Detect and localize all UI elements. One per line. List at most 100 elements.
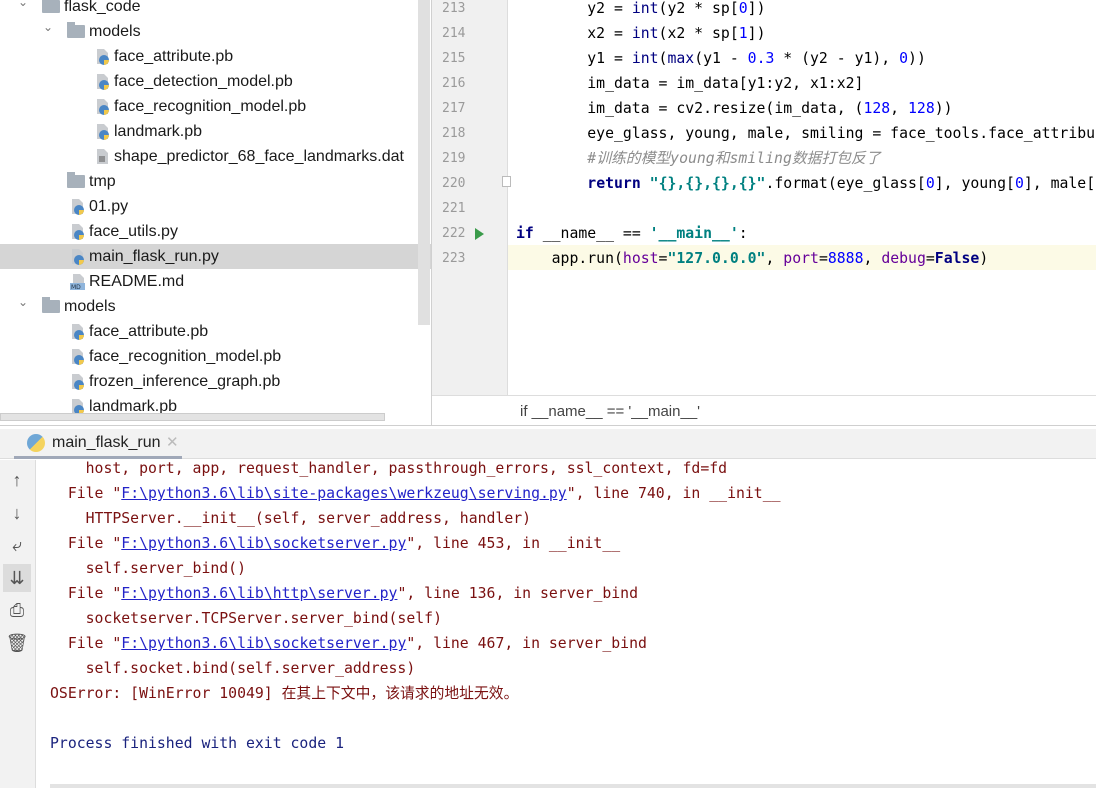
code-token: return [587, 175, 641, 192]
python-file-icon [95, 73, 110, 90]
code-token: debug [881, 250, 926, 267]
code-line[interactable]: x2 = int(x2 * sp[1]) [516, 21, 1096, 46]
down-arrow-icon[interactable]: ↓ [3, 499, 31, 527]
tree-item[interactable]: face_recognition_model.pb [0, 344, 418, 369]
tab-main-flask-run[interactable]: main_flask_run ✕ [14, 429, 182, 459]
run-icon[interactable] [475, 228, 484, 240]
tree-item[interactable]: tmp [0, 169, 418, 194]
code-line[interactable] [516, 196, 1096, 221]
code-token: port [783, 250, 819, 267]
code-line[interactable]: app.run(host="127.0.0.0", port=8888, deb… [516, 246, 1096, 271]
tree-item[interactable]: 01.py [0, 194, 418, 219]
console-text: ", line 453, in __init__ [406, 535, 621, 552]
tree-item-label: face_recognition_model.pb [89, 348, 282, 365]
code-line[interactable]: y1 = int(max(y1 - 0.3 * (y2 - y1), 0)) [516, 46, 1096, 71]
line-number: 217 [442, 101, 466, 116]
code-token: * (y2 - y1), [774, 50, 900, 67]
code-line[interactable]: if __name__ == '__main__': [516, 221, 1096, 246]
tree-item[interactable]: ⌄ flask_code [0, 0, 418, 19]
print-icon[interactable]: ⎙ [3, 596, 31, 624]
tree-item[interactable]: landmark.pb [0, 119, 418, 144]
chevron-down-icon[interactable]: ⌄ [16, 290, 30, 315]
code-token: "127.0.0.0" [667, 250, 766, 267]
code-token: 0.3 [747, 50, 775, 67]
code-token: , [863, 250, 882, 267]
line-number: 221 [442, 201, 466, 216]
tree-item[interactable]: face_recognition_model.pb [0, 94, 418, 119]
console-text: self.server_bind() [50, 560, 246, 577]
file-link[interactable]: F:\python3.6\lib\site-packages\werkzeug\… [121, 485, 566, 502]
file-link[interactable]: F:\python3.6\lib\socketserver.py [121, 635, 406, 652]
chevron-down-icon[interactable]: ⌄ [41, 15, 55, 40]
python-file-icon [70, 323, 85, 340]
python-file-icon [95, 123, 110, 140]
tree-item[interactable]: ⌄ models [0, 19, 418, 44]
code-token: )) [908, 50, 926, 67]
python-file-icon [70, 198, 85, 215]
tab-label: main_flask_run [52, 434, 161, 451]
tree-item[interactable]: main_flask_run.py [0, 244, 431, 269]
scroll-to-end-icon[interactable]: ⇊ [3, 563, 31, 592]
code-token: , [890, 100, 908, 117]
trash-icon[interactable]: 🗑 [3, 629, 31, 657]
svg-text:MD: MD [71, 284, 81, 290]
text-file-icon [95, 148, 110, 165]
tree-item[interactable]: face_detection_model.pb [0, 69, 418, 94]
code-line[interactable]: im_data = cv2.resize(im_data, (128, 128)… [516, 96, 1096, 121]
tree-item-label: README.md [89, 273, 185, 290]
up-arrow-icon[interactable]: ↑ [3, 466, 31, 494]
run-panel: main_flask_run ✕ ↑ ↓ ⤶ ⇊ ⎙ 🗑 host, port, app,… [0, 425, 1096, 788]
file-link[interactable]: F:\python3.6\lib\http\server.py [121, 585, 397, 602]
code-editor[interactable]: 213 214 215 216 217 218 219 220 221 222 223 if __n… [432, 0, 1096, 425]
code-token: ], young[ [934, 175, 1015, 192]
code-token: int [631, 0, 659, 17]
code-token: __name__ == [533, 225, 650, 242]
code-token: max [667, 50, 695, 67]
tree-item-label: 01.py [89, 198, 129, 215]
code-line[interactable]: eye_glass, young, male, smiling = face_t… [516, 121, 1096, 146]
console-text: Process finished with exit code 1 [50, 735, 344, 752]
breadcrumb[interactable]: if __name__ == '__main__' [432, 395, 1096, 425]
tree-item[interactable]: ⌄ models [0, 294, 418, 319]
code-token: 0 [925, 175, 935, 192]
code-token: : [738, 225, 748, 242]
tree-item-label: landmark.pb [114, 123, 203, 140]
code-token: 8888 [827, 250, 864, 267]
code-line[interactable]: y2 = int(y2 * sp[0]) [516, 0, 1096, 21]
run-tab-bar: main_flask_run ✕ [0, 429, 1096, 459]
code-token: if [516, 225, 534, 242]
tree-item-label: models [64, 298, 116, 315]
line-number: 216 [442, 76, 466, 91]
fold-icon[interactable] [502, 176, 511, 187]
horizontal-scrollbar[interactable] [50, 784, 1096, 788]
run-toolbar: ↑ ↓ ⤶ ⇊ ⎙ 🗑 [0, 460, 36, 788]
close-icon[interactable]: ✕ [166, 433, 179, 451]
chevron-down-icon[interactable]: ⌄ [16, 0, 30, 15]
console-line: File "F:\python3.6\lib\socketserver.py",… [50, 631, 647, 656]
soft-wrap-icon[interactable]: ⤶ [3, 531, 31, 559]
line-number: 220 [442, 176, 466, 191]
horizontal-scrollbar[interactable] [0, 413, 385, 421]
code-token: ], male[ [1023, 175, 1096, 192]
code-line[interactable]: return "{},{},{},{}".format(eye_glass[0]… [516, 171, 1096, 196]
tree-item[interactable]: face_attribute.pb [0, 319, 418, 344]
console-text: ", line 467, in server_bind [406, 635, 647, 652]
code-line[interactable]: #训练的模型young和smiling数据打包反了 [516, 146, 1096, 171]
tree-item-label: face_attribute.pb [89, 323, 209, 340]
tree-item[interactable]: face_utils.py [0, 219, 418, 244]
tree-item[interactable]: shape_predictor_68_face_landmarks.dat [0, 144, 418, 169]
console-text: ", line 136, in server_bind [397, 585, 638, 602]
code-token: False [934, 250, 980, 267]
code-token: = [925, 250, 935, 267]
tree-item[interactable]: face_attribute.pb [0, 44, 418, 69]
file-link[interactable]: F:\python3.6\lib\socketserver.py [121, 535, 406, 552]
code-token: app.run( [516, 250, 623, 267]
tree-item[interactable]: MD README.md [0, 269, 418, 294]
code-line[interactable]: im_data = im_data[y1:y2, x1:x2] [516, 71, 1096, 96]
code-token: y2 = [516, 0, 632, 17]
line-number: 223 [442, 251, 466, 266]
vertical-scrollbar[interactable] [418, 0, 430, 325]
console-text: ", line 740, in __init__ [566, 485, 781, 502]
tree-item[interactable]: frozen_inference_graph.pb [0, 369, 418, 394]
